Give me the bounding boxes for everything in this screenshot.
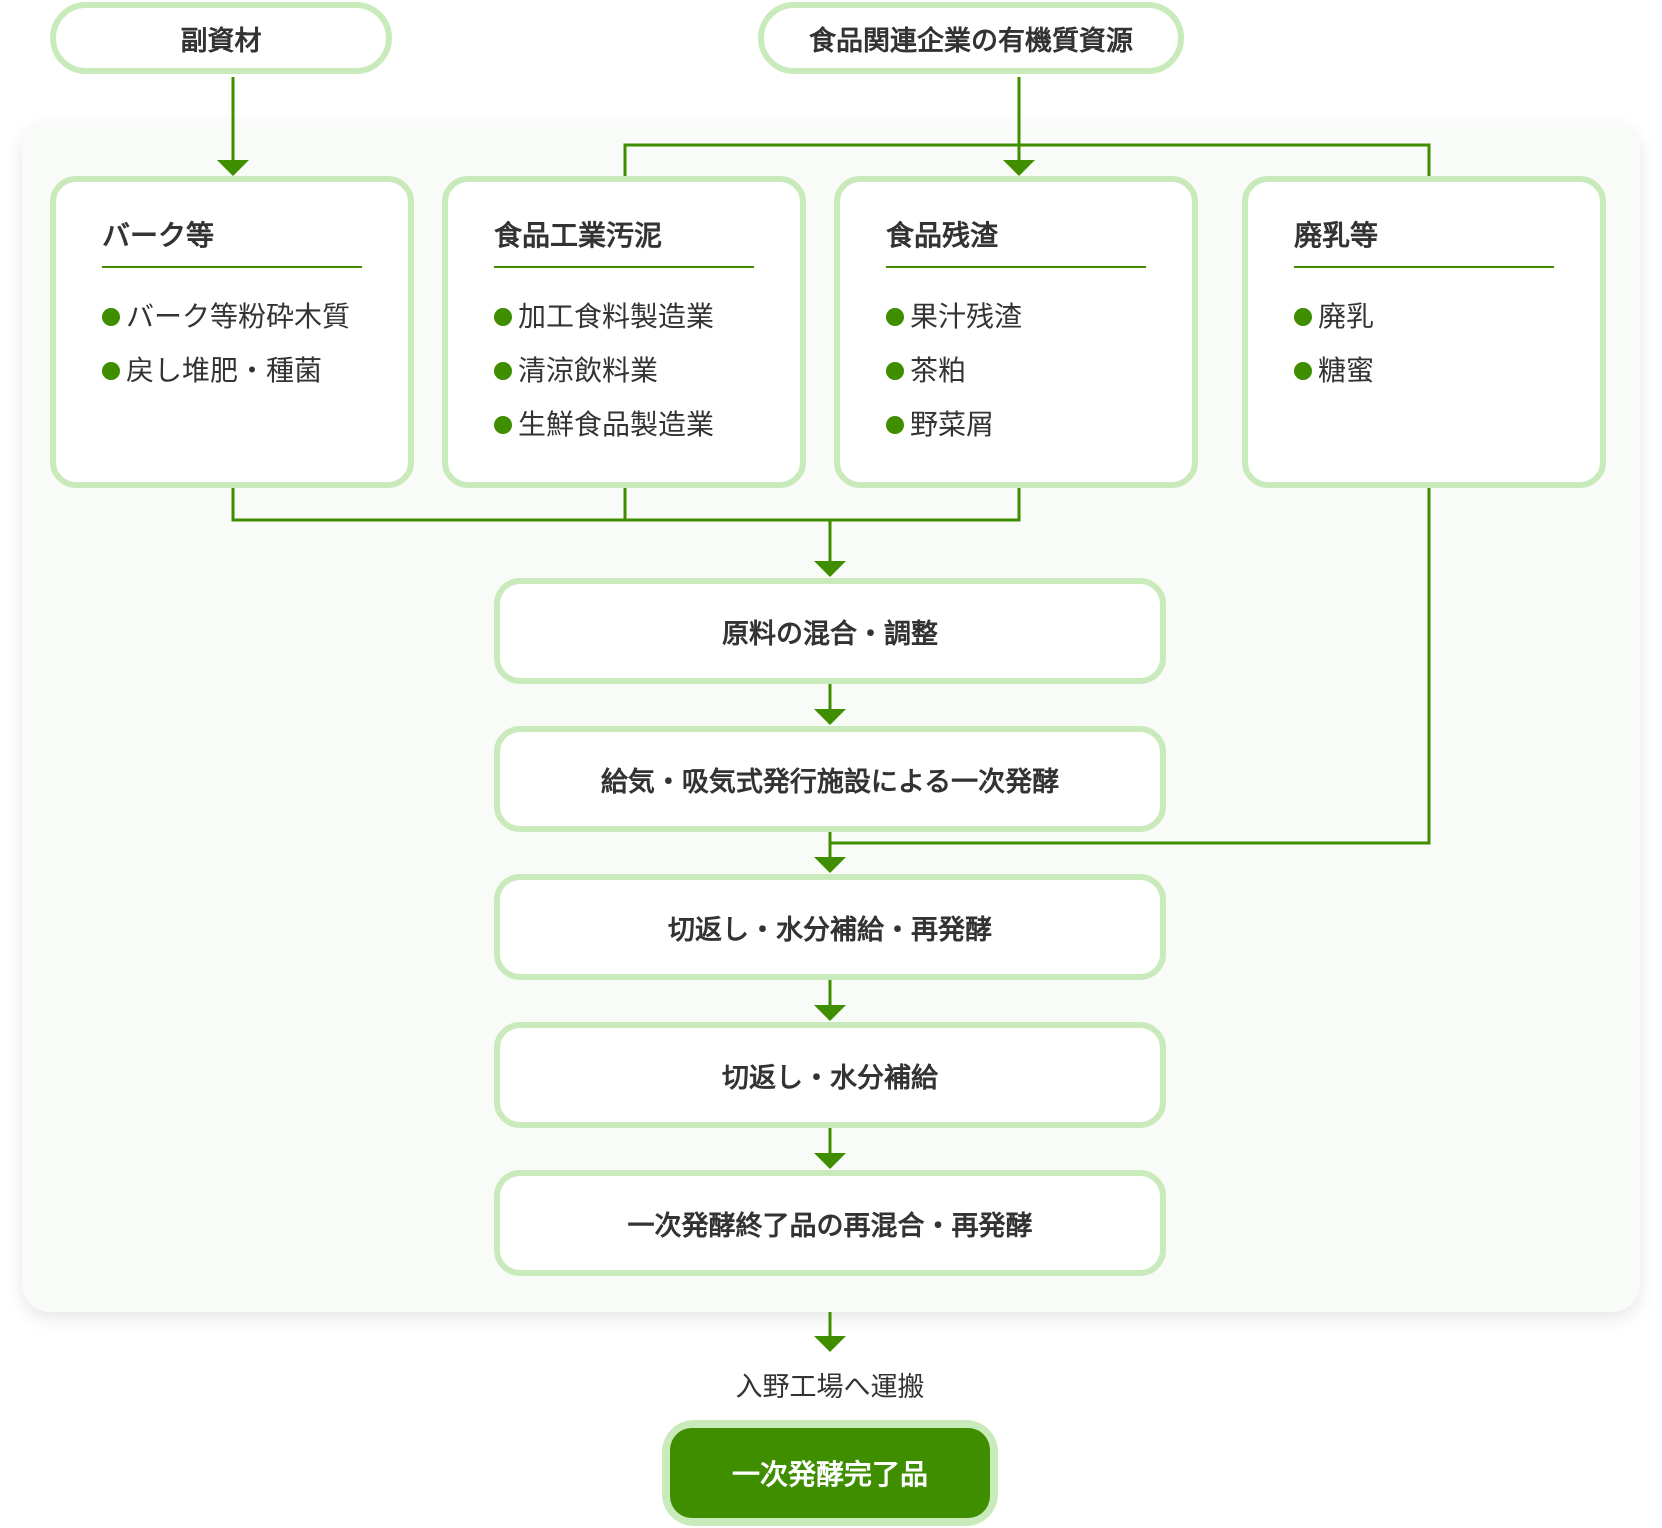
source-subsidiary-label: 副資材 [180,25,262,57]
bullet-dot-icon [886,308,904,326]
list-item: 茶粕 [886,344,1192,398]
category-item-list: 果汁残渣 茶粕 野菜屑 [886,290,1192,452]
source-food-organic-label: 食品関連企業の有機質資源 [809,25,1133,57]
list-item: 加工食料製造業 [494,290,800,344]
category-card-food-sludge: 食品工業汚泥 加工食料製造業 清涼飲料業 生鮮食品製造業 [442,176,806,488]
bullet-dot-icon [1294,362,1312,380]
source-subsidiary-materials: 副資材 [50,2,392,74]
process-step-label: 切返し・水分補給・再発酵 [668,914,992,946]
category-title: 食品工業汚泥 [494,218,754,268]
category-card-food-residue: 食品残渣 果汁残渣 茶粕 野菜屑 [834,176,1198,488]
arrow-down-icon [814,1336,846,1352]
category-item-list: 廃乳 糖蜜 [1294,290,1600,398]
list-item: 清涼飲料業 [494,344,800,398]
bullet-dot-icon [886,416,904,434]
process-step-turn-water: 切返し・水分補給 [494,1022,1166,1128]
bullet-dot-icon [102,308,120,326]
final-product-label: 一次発酵完了品 [670,1428,990,1518]
category-title: バーク等 [102,218,362,268]
process-step-remix-refermentation: 一次発酵終了品の再混合・再発酵 [494,1170,1166,1276]
process-step-label: 一次発酵終了品の再混合・再発酵 [627,1210,1033,1242]
category-title: 廃乳等 [1294,218,1554,268]
process-step-label: 給気・吸気式発行施設による一次発酵 [600,766,1060,798]
bullet-dot-icon [1294,308,1312,326]
list-item: 生鮮食品製造業 [494,398,800,452]
process-step-mixing: 原料の混合・調整 [494,578,1166,684]
category-card-waste-milk: 廃乳等 廃乳 糖蜜 [1242,176,1606,488]
bullet-dot-icon [494,362,512,380]
process-step-label: 切返し・水分補給 [722,1062,938,1094]
list-item: バーク等粉砕木質 [102,290,408,344]
category-item-list: 加工食料製造業 清涼飲料業 生鮮食品製造業 [494,290,800,452]
process-step-label: 原料の混合・調整 [722,618,938,650]
list-item: 野菜屑 [886,398,1192,452]
final-product-box: 一次発酵完了品 [662,1420,998,1526]
bullet-dot-icon [494,416,512,434]
bullet-dot-icon [494,308,512,326]
transport-label: 入野工場へ運搬 [735,1372,925,1403]
category-title: 食品残渣 [886,218,1146,268]
bullet-dot-icon [886,362,904,380]
list-item: 廃乳 [1294,290,1600,344]
source-food-organic-resources: 食品関連企業の有機質資源 [758,2,1184,74]
process-step-primary-fermentation: 給気・吸気式発行施設による一次発酵 [494,726,1166,832]
category-item-list: バーク等粉砕木質 戻し堆肥・種菌 [102,290,408,398]
process-step-turn-water-refermentation: 切返し・水分補給・再発酵 [494,874,1166,980]
category-card-bark: バーク等 バーク等粉砕木質 戻し堆肥・種菌 [50,176,414,488]
list-item: 戻し堆肥・種菌 [102,344,408,398]
list-item: 糖蜜 [1294,344,1600,398]
list-item: 果汁残渣 [886,290,1192,344]
bullet-dot-icon [102,362,120,380]
